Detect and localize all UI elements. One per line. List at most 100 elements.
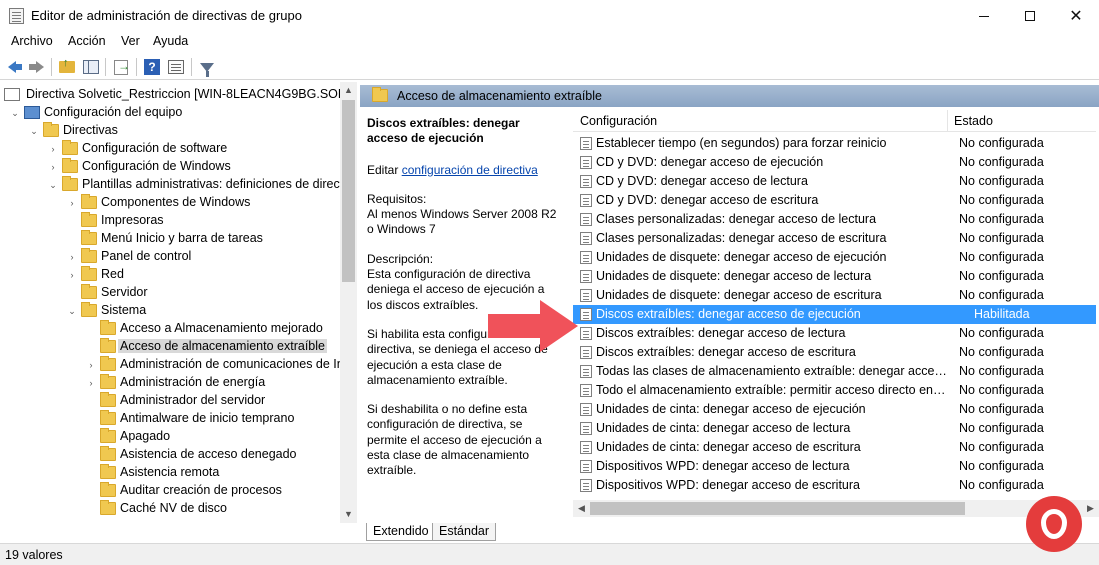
tree-item[interactable]: Asistencia remota [0,464,340,482]
list-scroll-thumb[interactable] [590,502,965,515]
properties-button[interactable] [166,57,186,77]
policy-row[interactable]: Clases personalizadas: denegar acceso de… [573,229,1096,248]
tree-item-label: Administrador del servidor [120,393,266,407]
expand-arrow-icon[interactable]: › [67,197,77,209]
menu-ver[interactable]: Ver [121,34,140,48]
tree-item[interactable]: › Administración de energía [0,374,340,392]
collapse-arrow-icon[interactable]: ⌄ [10,107,20,119]
policy-row[interactable]: Unidades de cinta: denegar acceso de esc… [573,438,1096,457]
tree-item[interactable]: › Configuración de Windows [0,158,340,176]
tree-item[interactable]: Impresoras [0,212,340,230]
policy-row[interactable]: Unidades de cinta: denegar acceso de eje… [573,400,1096,419]
expand-arrow-icon[interactable]: › [86,377,96,389]
tree-item[interactable]: Auditar creación de procesos [0,482,340,500]
filter-button[interactable] [197,57,217,77]
policy-row[interactable]: Unidades de disquete: denegar acceso de … [573,286,1096,305]
tree-item[interactable]: › Administración de comunicaciones de In [0,356,344,374]
tree-item[interactable]: Asistencia de acceso denegado [0,446,340,464]
tree-item-label: Caché NV de disco [120,501,228,515]
policy-setting-icon [580,441,592,454]
show-hide-tree-button[interactable] [81,57,101,77]
expand-arrow-icon[interactable]: › [67,269,77,281]
menu-archivo[interactable]: Archivo [11,34,53,48]
disabled-text: Si deshabilita o no define esta configur… [367,402,542,478]
tree-item[interactable]: Servidor [0,284,340,302]
tree-vertical-scrollbar[interactable]: ▲ ▼ [340,82,357,523]
tree-item[interactable]: ⌄ Configuración del equipo [0,104,340,122]
back-button[interactable] [4,57,24,77]
tree-item-label: Sistema [101,303,147,317]
status-bar: 19 valores [0,543,1099,565]
folder-icon [62,158,78,173]
policy-row[interactable]: Unidades de disquete: denegar acceso de … [573,248,1096,267]
policy-row[interactable]: CD y DVD: denegar acceso de ejecución No … [573,153,1096,172]
policy-row[interactable]: Todo el almacenamiento extraíble: permit… [573,381,1096,400]
policy-row[interactable]: Discos extraíbles: denegar acceso de esc… [573,343,1096,362]
list-horizontal-scrollbar[interactable]: ◀ ▶ [573,500,1099,517]
scroll-right-icon[interactable]: ▶ [1082,500,1099,517]
folder-icon [100,392,116,407]
tree-item[interactable]: › Componentes de Windows [0,194,340,212]
collapse-arrow-icon[interactable]: ⌄ [29,125,39,137]
minimize-button[interactable] [961,0,1007,32]
policy-row[interactable]: Unidades de cinta: denegar acceso de lec… [573,419,1096,438]
column-header-estado[interactable]: Estado [954,114,993,128]
tree-item[interactable]: › Red [0,266,340,284]
expand-arrow-icon[interactable]: › [67,251,77,263]
collapse-arrow-icon[interactable]: ⌄ [48,179,58,191]
close-button[interactable]: ✕ [1053,0,1099,32]
tree-item[interactable]: ⌄ Plantillas administrativas: definicione… [0,176,346,194]
tree-item[interactable]: Directiva Solvetic_Restriccion [WIN-8LEA… [0,86,356,104]
collapse-arrow-icon[interactable]: ⌄ [67,305,77,317]
menu-accion[interactable]: Acción [68,34,106,48]
scroll-left-icon[interactable]: ◀ [573,500,590,517]
folder-icon [372,87,388,102]
policy-row[interactable]: CD y DVD: denegar acceso de lectura No co… [573,172,1096,191]
policy-row[interactable]: Discos extraíbles: denegar acceso de lec… [573,324,1096,343]
policy-row[interactable]: Clases personalizadas: denegar acceso de… [573,210,1096,229]
edit-policy-link[interactable]: configuración de directiva [402,163,538,177]
help-button[interactable]: ? [142,57,162,77]
maximize-button[interactable] [1007,0,1053,32]
up-level-button[interactable] [57,57,77,77]
policy-row[interactable]: CD y DVD: denegar acceso de escritura No … [573,191,1096,210]
policy-row[interactable]: Todas las clases de almacenamiento extra… [573,362,1096,381]
expand-arrow-icon[interactable]: › [48,143,58,155]
policy-row[interactable]: Establecer tiempo (en segundos) para for… [573,134,1096,153]
tree-item[interactable]: › Configuración de software [0,140,340,158]
scroll-down-icon[interactable]: ▼ [340,506,357,523]
tab-extendido[interactable]: Extendido [366,523,436,541]
policy-setting-icon [580,251,592,264]
tree-item[interactable]: Acceso a Almacenamiento mejorado [0,320,340,338]
forward-button[interactable] [26,57,46,77]
expand-arrow-icon[interactable]: › [86,359,96,371]
export-list-button[interactable] [111,57,131,77]
policy-name: Unidades de cinta: denegar acceso de eje… [596,402,866,416]
policy-setting-icon [580,308,592,321]
policy-row[interactable]: Unidades de disquete: denegar acceso de … [573,267,1096,286]
tree-item-label: Red [101,267,124,281]
tree-item[interactable]: Administrador del servidor [0,392,340,410]
show-hide-tree-icon [83,60,99,74]
tree-item[interactable]: ⌄ Sistema [0,302,340,320]
tree-item-label: Acceso de almacenamiento extraíble [118,339,327,353]
policy-name: Dispositivos WPD: denegar acceso de escr… [596,478,861,492]
tree-item[interactable]: Acceso de almacenamiento extraíble [0,338,340,356]
expand-arrow-icon[interactable]: › [48,161,58,173]
tree-item[interactable]: Menú Inicio y barra de tareas [0,230,340,248]
menu-ayuda[interactable]: Ayuda [153,34,188,48]
tree-scroll-thumb[interactable] [342,100,355,282]
column-header-configuracion[interactable]: Configuración [580,114,657,128]
policy-row[interactable]: Dispositivos WPD: denegar acceso de lect… [573,457,1096,476]
tree-item[interactable]: Antimalware de inicio temprano [0,410,340,428]
scroll-up-icon[interactable]: ▲ [340,82,357,99]
policy-setting-icon [580,384,592,397]
policy-row[interactable]: Dispositivos WPD: denegar acceso de escr… [573,476,1096,495]
tab-estandar[interactable]: Estándar [432,523,497,541]
tree-item[interactable]: Caché NV de disco [0,500,340,518]
tree-item[interactable]: Apagado [0,428,340,446]
tree-item-label: Panel de control [101,249,192,263]
tree-item[interactable]: › Panel de control [0,248,340,266]
tree-item[interactable]: ⌄ Directivas [0,122,340,140]
policy-row[interactable]: Discos extraíbles: denegar acceso de eje… [573,305,1096,324]
